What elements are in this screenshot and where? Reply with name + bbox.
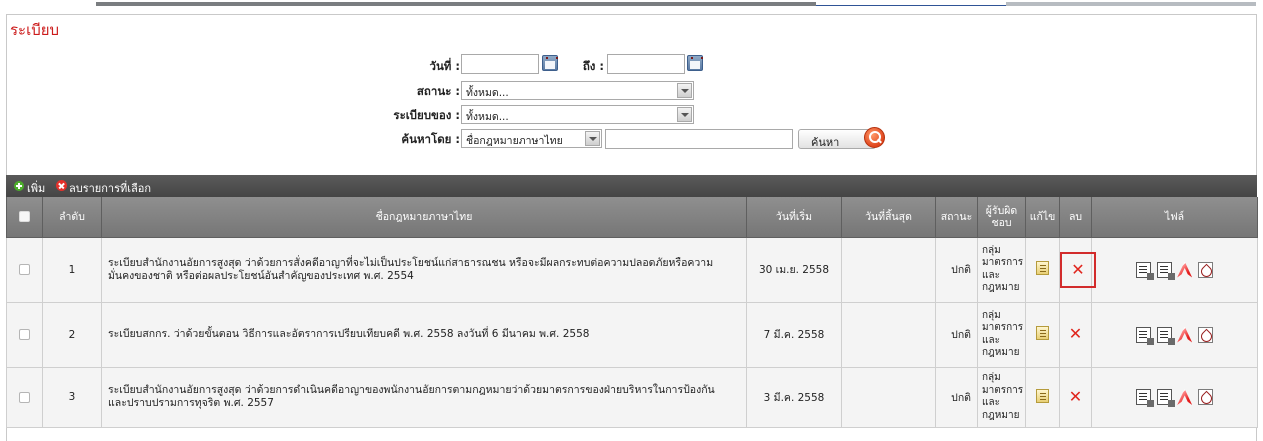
row-select-cell — [6, 236, 43, 303]
table-row: 2 ระเบียบสกกร. ว่าด้วยขั้นตอน วิธีการและ… — [6, 301, 1258, 368]
search-by-select-value: ชื่อกฎหมายภาษาไทย — [466, 135, 563, 147]
delete-highlight-box: ✕ — [1060, 251, 1096, 288]
row-checkbox[interactable] — [19, 391, 30, 403]
document-icon[interactable] — [1136, 389, 1155, 407]
row-end-date — [841, 236, 936, 303]
delete-x-icon[interactable]: ✕ — [1069, 388, 1082, 404]
delete-x-icon[interactable]: ✕ — [1071, 261, 1084, 277]
pdf-icon[interactable] — [1177, 389, 1192, 405]
row-checkbox[interactable] — [19, 329, 30, 340]
chevron-down-icon[interactable] — [677, 83, 692, 98]
select-all-cell — [6, 197, 43, 238]
row-select-cell — [6, 366, 43, 428]
to-label: ถึง : — [582, 59, 604, 73]
decorative-bar — [96, 2, 816, 6]
row-edit-cell — [1025, 301, 1060, 368]
table-row: 1 ระเบียบสำนักงานอัยการสูงสุด ว่าด้วยการ… — [6, 236, 1258, 303]
column-header-delete: ลบ — [1059, 197, 1092, 238]
row-responsible: กลุ่มมาตรการและกฎหมาย — [977, 236, 1026, 303]
delete-x-icon[interactable]: ✕ — [1069, 326, 1082, 342]
owner-label: ระเบียบของ : — [393, 108, 460, 122]
document-icon[interactable] — [1156, 326, 1175, 345]
row-delete-cell: ✕ — [1059, 236, 1096, 303]
status-label: สถานะ : — [416, 84, 460, 98]
add-button[interactable]: เพิ่ม — [27, 179, 45, 197]
grid-toolbar: เพิ่ม ลบรายการที่เลือก — [6, 175, 1257, 197]
document-icon[interactable] — [1136, 261, 1155, 280]
edit-icon[interactable] — [1036, 326, 1049, 340]
column-header-edit: แก้ไข — [1025, 197, 1060, 238]
pdf-icon[interactable] — [1177, 327, 1192, 343]
status-select-value: ทั้งหมด... — [466, 87, 509, 99]
pdf-icon[interactable] — [1197, 389, 1213, 405]
search-text-input[interactable] — [605, 129, 793, 149]
decorative-bar — [1006, 2, 1256, 6]
owner-select[interactable]: ทั้งหมด... — [461, 105, 694, 124]
decorative-line — [816, 5, 1006, 6]
column-header-start[interactable]: วันที่เริ่ม — [746, 197, 842, 238]
column-header-status[interactable]: สถานะ — [935, 197, 978, 238]
search-by-label: ค้นหาโดย : — [401, 132, 460, 146]
row-checkbox[interactable] — [19, 264, 30, 275]
chevron-down-icon[interactable] — [585, 131, 600, 146]
date-to-input[interactable] — [607, 54, 685, 74]
pdf-icon[interactable] — [1197, 326, 1213, 343]
date-from-input[interactable] — [461, 54, 539, 74]
row-status: ปกติ — [935, 366, 978, 428]
row-select-cell — [6, 301, 43, 368]
row-name[interactable]: ระเบียบสำนักงานอัยการสูงสุด ว่าด้วยการสั… — [101, 236, 747, 303]
row-files-cell — [1091, 301, 1258, 368]
row-seq: 2 — [42, 301, 102, 368]
row-status: ปกติ — [935, 301, 978, 368]
status-select[interactable]: ทั้งหมด... — [461, 81, 694, 100]
delete-selected-button[interactable]: ลบรายการที่เลือก — [69, 179, 151, 197]
pdf-icon[interactable] — [1177, 262, 1192, 278]
column-header-seq[interactable]: ลำดับ — [42, 197, 102, 238]
row-end-date — [841, 301, 936, 368]
owner-select-value: ทั้งหมด... — [466, 111, 509, 123]
table-row: 3 ระเบียบสำนักงานอัยการสูงสุด ว่าด้วยการ… — [6, 366, 1258, 428]
calendar-icon[interactable] — [542, 55, 558, 71]
select-all-checkbox[interactable] — [19, 211, 30, 223]
column-header-end[interactable]: วันที่สิ้นสุด — [841, 197, 936, 238]
row-files-cell — [1091, 366, 1258, 428]
row-start-date: 7 มี.ค. 2558 — [746, 301, 842, 368]
row-seq: 1 — [42, 236, 102, 303]
row-delete-cell: ✕ — [1059, 366, 1092, 428]
page-title: ระเบียบ — [10, 21, 60, 39]
row-status: ปกติ — [935, 236, 978, 303]
row-seq: 3 — [42, 366, 102, 428]
row-start-date: 3 มี.ค. 2558 — [746, 366, 842, 428]
date-label: วันที่ : — [429, 59, 460, 73]
delete-icon[interactable] — [56, 180, 67, 191]
row-responsible: กลุ่มมาตรการและกฎหมาย — [977, 301, 1026, 368]
row-name[interactable]: ระเบียบสกกร. ว่าด้วยขั้นตอน วิธีการและอั… — [101, 301, 747, 368]
row-edit-cell — [1025, 366, 1060, 428]
row-start-date: 30 เม.ย. 2558 — [746, 236, 842, 303]
search-by-select[interactable]: ชื่อกฎหมายภาษาไทย — [461, 129, 602, 148]
document-icon[interactable] — [1156, 261, 1175, 280]
column-header-responsible[interactable]: ผู้รับผิดชอบ — [977, 197, 1026, 238]
row-end-date — [841, 366, 936, 428]
document-icon[interactable] — [1156, 389, 1175, 407]
pdf-icon[interactable] — [1197, 261, 1213, 278]
table-header-row: ลำดับ ชื่อกฎหมายภาษาไทย วันที่เริ่ม วันท… — [6, 197, 1258, 238]
row-edit-cell — [1025, 236, 1060, 303]
document-icon[interactable] — [1136, 326, 1155, 345]
edit-icon[interactable] — [1036, 261, 1049, 275]
row-responsible: กลุ่มมาตรการและกฎหมาย — [977, 366, 1026, 428]
add-icon[interactable] — [14, 181, 24, 191]
row-files-cell — [1091, 236, 1258, 303]
edit-icon[interactable] — [1036, 388, 1049, 403]
row-name[interactable]: ระเบียบสำนักงานอัยการสูงสุด ว่าด้วยการดำ… — [101, 366, 747, 428]
column-header-name[interactable]: ชื่อกฎหมายภาษาไทย — [101, 197, 747, 238]
chevron-down-icon[interactable] — [677, 107, 692, 122]
search-icon[interactable] — [864, 127, 885, 148]
row-delete-cell: ✕ — [1059, 301, 1092, 368]
column-header-files: ไฟล์ — [1091, 197, 1258, 238]
calendar-icon[interactable] — [687, 55, 703, 71]
top-decoration — [0, 0, 1263, 8]
regulations-table: ลำดับ ชื่อกฎหมายภาษาไทย วันที่เริ่ม วันท… — [6, 197, 1258, 428]
